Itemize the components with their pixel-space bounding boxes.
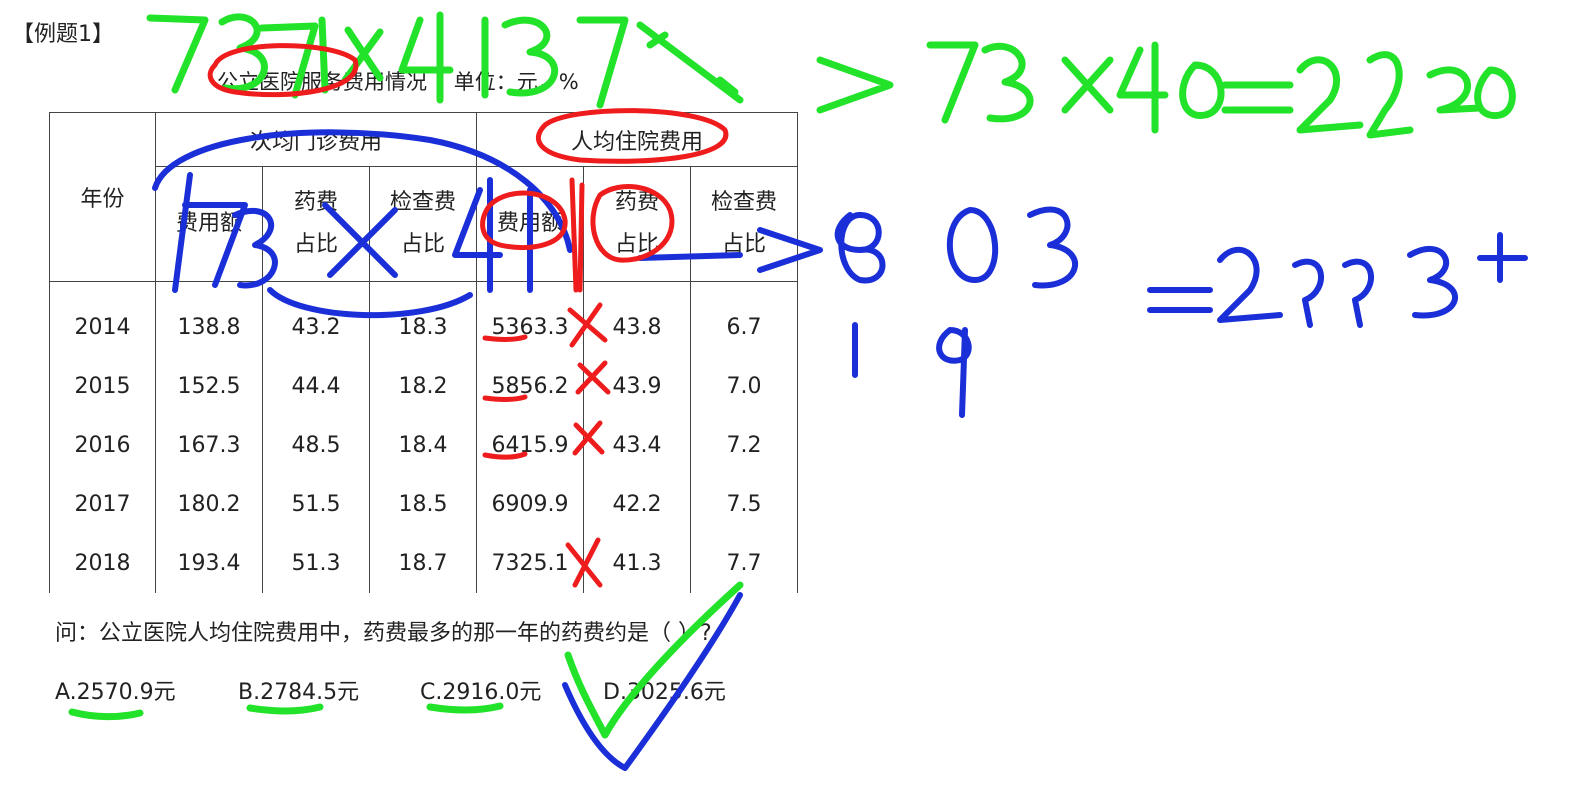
year-header: 年份 (49, 112, 156, 282)
sub-header-5: 检查费 占比 (690, 166, 798, 282)
table-row: 2018 193.4 51.3 18.7 7325.1 41.3 7.7 (49, 534, 798, 593)
sub-header-2: 检查费 占比 (369, 166, 477, 282)
value-cell: 6415.9 (476, 416, 584, 475)
sub-header-3: 费用额 (476, 166, 584, 282)
option-b[interactable]: B.2784.5元 (238, 674, 359, 706)
green-result-line (816, 41, 1516, 139)
value-cell: 43.9 (583, 357, 691, 416)
value-cell: 138.8 (155, 281, 263, 357)
value-cell: 7.0 (690, 357, 798, 416)
data-table: 年份 次均门诊费用 人均住院费用 费用额 药费 占比 检查费 占比 费用额 药费 占比检… (49, 112, 798, 593)
value-cell: 152.5 (155, 357, 263, 416)
value-cell: 41.3 (583, 534, 691, 593)
value-cell: 7.5 (690, 475, 798, 534)
value-cell: 7.2 (690, 416, 798, 475)
year-cell: 2014 (49, 281, 156, 357)
value-cell: 51.3 (262, 534, 370, 593)
table-row: 2015 152.5 44.4 18.2 5856.2 43.9 7.0 (49, 357, 798, 416)
value-cell: 18.2 (369, 357, 477, 416)
value-cell: 43.4 (583, 416, 691, 475)
table-title: 公立医院服务费用情况 单位：元，% (217, 70, 579, 94)
value-cell: 6.7 (690, 281, 798, 357)
value-cell: 43.8 (583, 281, 691, 357)
blue-right-calc (757, 206, 1528, 418)
value-cell: 6909.9 (476, 475, 584, 534)
sub-header-1: 药费 占比 (262, 166, 370, 282)
year-cell: 2016 (49, 416, 156, 475)
option-a[interactable]: A.2570.9元 (55, 674, 176, 706)
value-cell: 193.4 (155, 534, 263, 593)
value-cell: 5856.2 (476, 357, 584, 416)
inpatient-group-header: 人均住院费用 (476, 112, 798, 167)
value-cell: 18.7 (369, 534, 477, 593)
option-d[interactable]: D.3025.6元 (603, 674, 726, 706)
green-option-underlines (68, 702, 504, 721)
value-cell: 5363.3 (476, 281, 584, 357)
year-cell: 2017 (49, 475, 156, 534)
question-text: 问：公立医院人均住院费用中，药费最多的那一年的药费约是（ ）? (55, 621, 712, 646)
outpatient-group-header: 次均门诊费用 (155, 112, 477, 167)
example-tag: 【例题1】 (12, 22, 114, 47)
value-cell: 42.2 (583, 475, 691, 534)
value-cell: 18.5 (369, 475, 477, 534)
value-cell: 18.4 (369, 416, 477, 475)
value-cell: 167.3 (155, 416, 263, 475)
sub-header-4: 药费 占比 (583, 166, 691, 282)
option-c[interactable]: C.2916.0元 (420, 674, 541, 706)
table-row: 2016 167.3 48.5 18.4 6415.9 43.4 7.2 (49, 416, 798, 475)
year-cell: 2018 (49, 534, 156, 593)
value-cell: 18.3 (369, 281, 477, 357)
value-cell: 7.7 (690, 534, 798, 593)
sub-header-0: 费用额 (155, 166, 263, 282)
year-cell: 2015 (49, 357, 156, 416)
table-row: 2017 180.2 51.5 18.5 6909.9 42.2 7.5 (49, 475, 798, 534)
value-cell: 48.5 (262, 416, 370, 475)
table-row: 2014 138.8 43.2 18.3 5363.3 43.8 6.7 (49, 281, 798, 357)
value-cell: 180.2 (155, 475, 263, 534)
value-cell: 44.4 (262, 357, 370, 416)
value-cell: 7325.1 (476, 534, 584, 593)
value-cell: 43.2 (262, 281, 370, 357)
green-checkmark (564, 581, 744, 739)
value-cell: 51.5 (262, 475, 370, 534)
